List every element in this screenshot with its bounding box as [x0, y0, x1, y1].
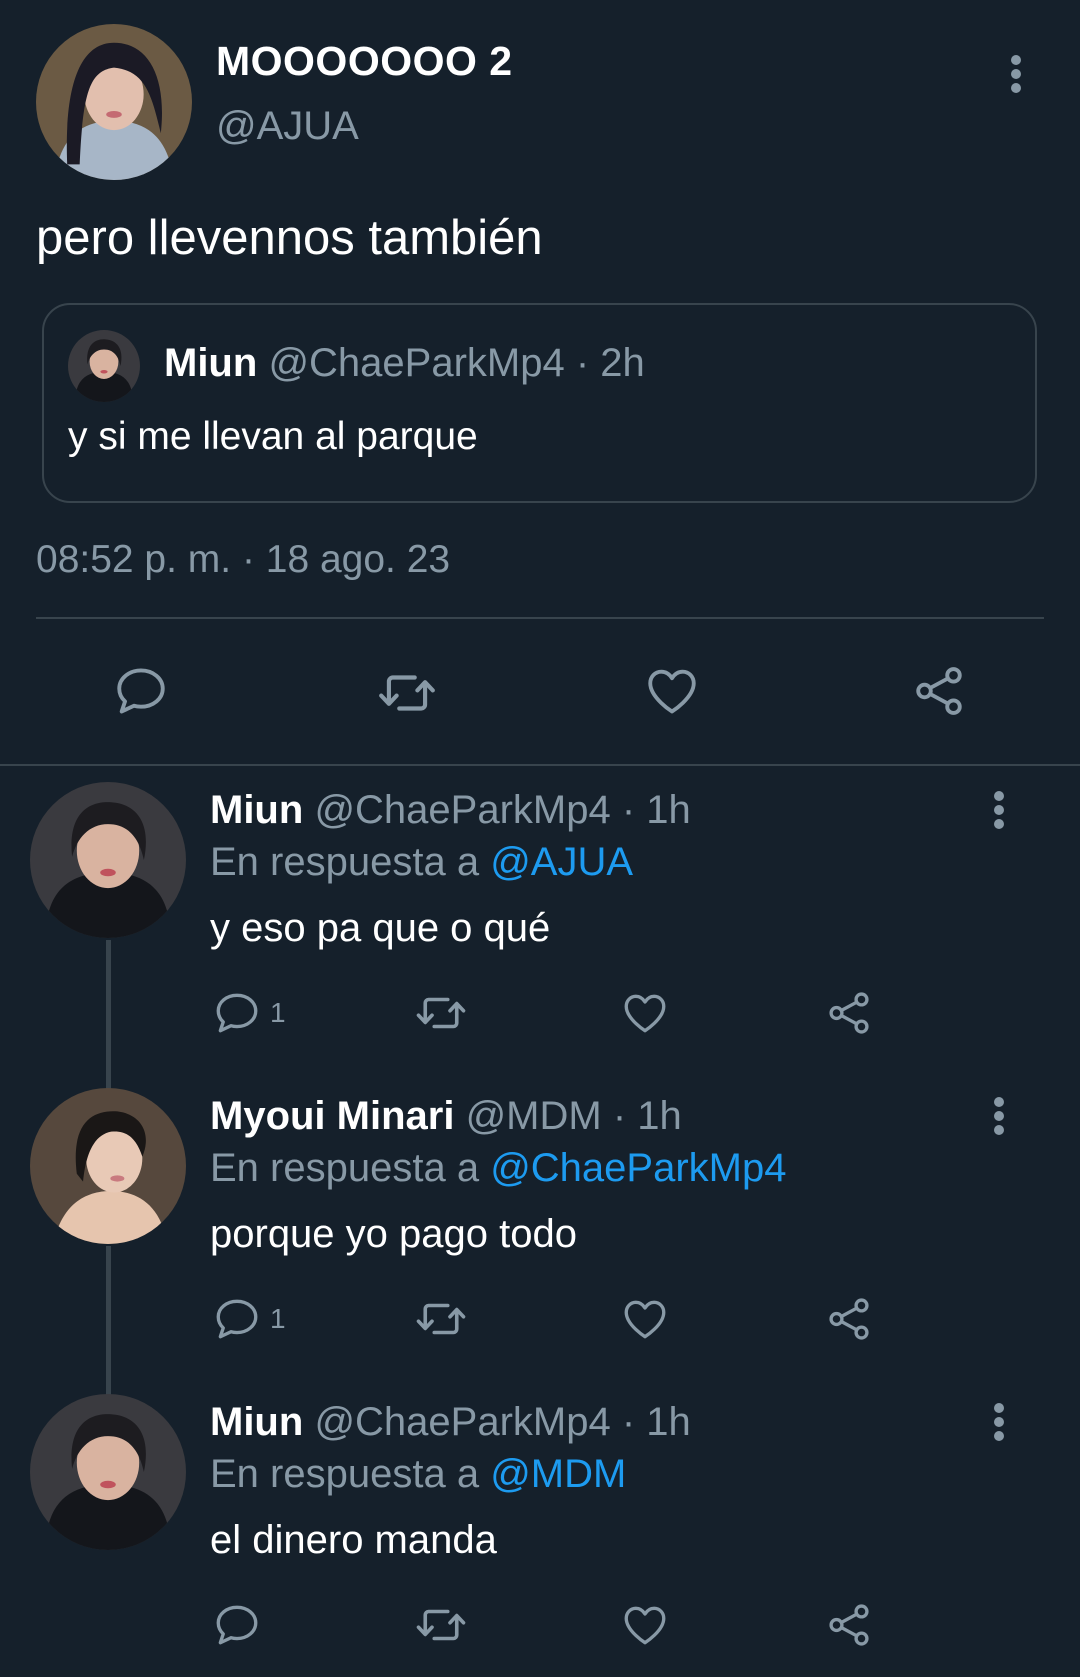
like-icon: [643, 662, 701, 720]
reply-text: porque yo pago todo: [210, 1212, 577, 1256]
reply-more-icon[interactable]: [989, 788, 1009, 832]
reply-icon: [212, 988, 262, 1038]
reply-icon: [212, 1294, 262, 1344]
main-like-button[interactable]: [643, 662, 701, 720]
reply-header: Miun @ChaeParkMp4 · 1h: [210, 1400, 691, 1445]
reply-like-button[interactable]: [620, 1600, 670, 1650]
reply-text: y eso pa que o qué: [210, 906, 551, 950]
quoted-tweet-handle: @ChaeParkMp4: [268, 341, 565, 385]
reply-context-prefix: En respuesta a: [210, 840, 480, 884]
reply-like-button[interactable]: [620, 988, 670, 1038]
reply-reply-button[interactable]: 1: [212, 1294, 286, 1344]
reply-name[interactable]: Myoui Minari: [210, 1094, 454, 1138]
quoted-tweet-avatar: [68, 330, 140, 402]
reply-more-icon[interactable]: [989, 1094, 1009, 1138]
quoted-tweet-time: · 2h: [575, 341, 645, 385]
reply-header: Miun @ChaeParkMp4 · 1h: [210, 788, 691, 833]
reply-share-button[interactable]: [824, 1600, 874, 1650]
reply-time: · 1h: [612, 1094, 682, 1138]
quoted-tweet-text: y si me llevan al parque: [68, 415, 478, 458]
reply-retweet-button[interactable]: [414, 1292, 468, 1346]
main-tweet-avatar[interactable]: [36, 24, 192, 180]
share-icon: [824, 988, 874, 1038]
main-reply-button[interactable]: [112, 662, 170, 720]
reply-retweet-button[interactable]: [414, 1598, 468, 1652]
reply-header: Myoui Minari @MDM · 1h: [210, 1094, 682, 1139]
share-icon: [824, 1600, 874, 1650]
reply-handle[interactable]: @ChaeParkMp4: [314, 1400, 610, 1444]
reply-reply-button[interactable]: 1: [212, 988, 286, 1038]
reply-avatar[interactable]: [30, 1088, 186, 1244]
reply-time: · 1h: [621, 788, 691, 832]
reply-icon: [212, 1600, 262, 1650]
reply-share-button[interactable]: [824, 1294, 874, 1344]
reply-count: 1: [270, 1303, 286, 1334]
reply-more-icon[interactable]: [989, 1400, 1009, 1444]
like-icon: [620, 1600, 670, 1650]
reply-reply-button[interactable]: [212, 1600, 262, 1650]
retweet-icon: [414, 1292, 468, 1346]
main-tweet-text: pero llevennos también: [36, 211, 543, 265]
reply-context-mention[interactable]: @AJUA: [490, 840, 633, 884]
quoted-tweet-header: Miun @ChaeParkMp4 · 2h: [164, 341, 645, 386]
reply-retweet-button[interactable]: [414, 986, 468, 1040]
share-icon: [824, 1294, 874, 1344]
main-tweet-timestamp: 08:52 p. m. · 18 ago. 23: [36, 538, 451, 581]
reply-context: En respuesta a @MDM: [210, 1452, 626, 1497]
main-tweet-display-name[interactable]: MOOOOOOO 2: [216, 38, 513, 85]
retweet-icon: [376, 662, 438, 724]
like-icon: [620, 988, 670, 1038]
reply-avatar[interactable]: [30, 782, 186, 938]
divider: [0, 764, 1080, 766]
share-icon: [910, 662, 968, 720]
quoted-tweet-card[interactable]: [42, 303, 1037, 503]
reply-name[interactable]: Miun: [210, 788, 303, 832]
reply-context-prefix: En respuesta a: [210, 1452, 480, 1496]
main-share-button[interactable]: [910, 662, 968, 720]
reply-context: En respuesta a @AJUA: [210, 840, 633, 885]
main-tweet-handle[interactable]: @AJUA: [216, 104, 359, 149]
reply-share-button[interactable]: [824, 988, 874, 1038]
thread-line: [106, 940, 111, 1090]
quoted-tweet-name: Miun: [164, 341, 258, 385]
reply-name[interactable]: Miun: [210, 1400, 303, 1444]
main-tweet-more-icon[interactable]: [1006, 52, 1026, 96]
reply-context-mention[interactable]: @MDM: [490, 1452, 626, 1496]
reply-context-mention[interactable]: @ChaeParkMp4: [490, 1146, 786, 1190]
main-retweet-button[interactable]: [376, 662, 438, 724]
like-icon: [620, 1294, 670, 1344]
reply-count: 1: [270, 997, 286, 1028]
reply-text: el dinero manda: [210, 1518, 497, 1562]
reply-time: · 1h: [621, 1400, 691, 1444]
reply-handle[interactable]: @ChaeParkMp4: [314, 788, 610, 832]
reply-like-button[interactable]: [620, 1294, 670, 1344]
divider: [36, 617, 1044, 619]
reply-context: En respuesta a @ChaeParkMp4: [210, 1146, 786, 1191]
reply-context-prefix: En respuesta a: [210, 1146, 480, 1190]
reply-avatar[interactable]: [30, 1394, 186, 1550]
retweet-icon: [414, 986, 468, 1040]
thread-line: [106, 1246, 111, 1396]
reply-handle[interactable]: @MDM: [466, 1094, 602, 1138]
reply-icon: [112, 662, 170, 720]
retweet-icon: [414, 1598, 468, 1652]
